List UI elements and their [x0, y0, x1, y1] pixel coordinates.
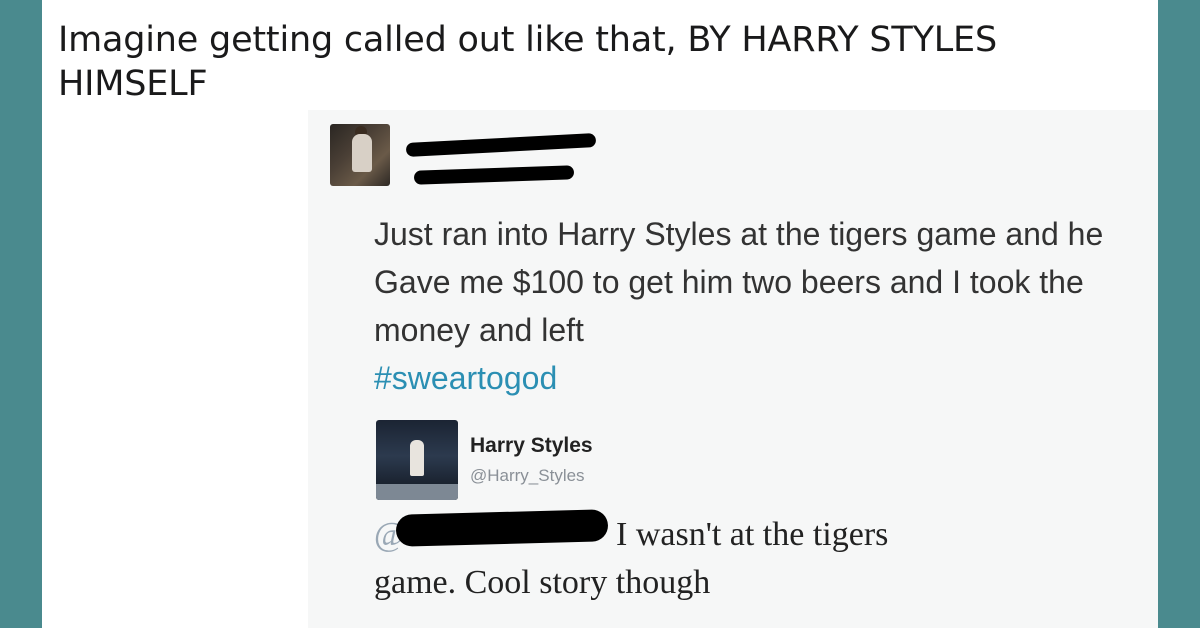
reply-author-name[interactable]: Harry Styles	[470, 434, 593, 458]
reply-author-avatar	[376, 420, 458, 500]
post-title[interactable]: Imagine getting called out like that, BY…	[58, 18, 1148, 106]
reply-text-line1: I wasn't at the tigers	[616, 516, 889, 553]
avatar-stage	[376, 484, 458, 500]
redacted-author-name	[405, 133, 597, 157]
reply-author-handle[interactable]: @Harry_Styles	[470, 466, 585, 486]
redacted-author-handle	[413, 165, 575, 185]
avatar-figure	[352, 134, 372, 172]
post-panel: Imagine getting called out like that, BY…	[42, 0, 1158, 628]
tweet-text: Just ran into Harry Styles at the tigers…	[374, 210, 1134, 402]
tweet-author-avatar	[330, 124, 390, 186]
redacted-mention	[395, 509, 609, 547]
reply-text-line2: game. Cool story though	[374, 564, 711, 601]
tweet-screenshot: Just ran into Harry Styles at the tigers…	[308, 110, 1158, 628]
avatar-figure	[410, 440, 424, 476]
tweet-hashtag[interactable]: #sweartogod	[374, 360, 557, 396]
tweet-body: Just ran into Harry Styles at the tigers…	[374, 216, 1104, 348]
